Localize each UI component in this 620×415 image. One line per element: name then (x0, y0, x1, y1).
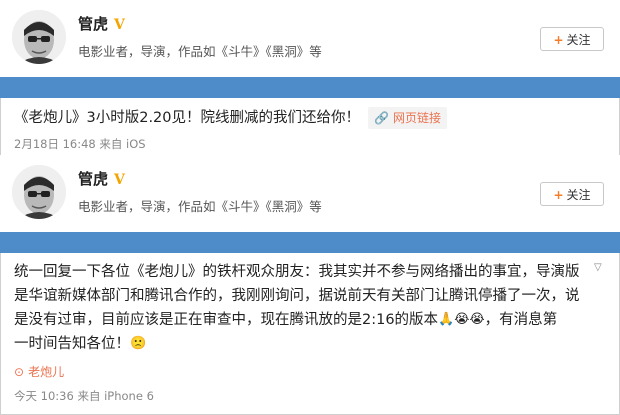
follow-button[interactable]: + 关注 (540, 182, 604, 206)
crying-emoji-icon: 😭 (469, 312, 485, 327)
pray-emoji-icon: 🙏 (438, 312, 455, 327)
follow-button[interactable]: + 关注 (540, 27, 604, 51)
user-bio: 电影业者，导演，作品如《斗牛》《黑洞》等 (78, 199, 322, 214)
plus-icon: + (553, 188, 564, 202)
user-name[interactable]: 管虎 V (78, 168, 125, 189)
verified-badge-icon: V (114, 17, 125, 33)
topic-icon: ⊙ (14, 365, 25, 379)
avatar[interactable] (12, 10, 66, 64)
divider-band (0, 77, 620, 98)
post-meta: 2月18日 16:48 来自 iOS (14, 137, 146, 151)
topic-tag[interactable]: ⊙ 老炮儿 (14, 363, 64, 380)
post-meta: 今天 10:36 来自 iPhone 6 (14, 389, 154, 403)
divider-band (0, 232, 620, 253)
crying-emoji-icon: 😭 (454, 312, 470, 327)
profile-card-1: 管虎 V 电影业者，导演，作品如《斗牛》《黑洞》等 + 关注 (0, 0, 620, 77)
profile-card-2: 管虎 V 电影业者，导演，作品如《斗牛》《黑洞》等 + 关注 (0, 155, 620, 232)
plus-icon: + (553, 33, 564, 47)
link-icon: 🔗 (374, 111, 389, 125)
user-name[interactable]: 管虎 V (78, 13, 125, 34)
user-bio: 电影业者，导演，作品如《斗牛》《黑洞》等 (78, 44, 322, 59)
sad-emoji-icon: 🙁 (130, 336, 147, 351)
chevron-down-icon[interactable]: ▽ (594, 262, 602, 273)
web-link-button[interactable]: 🔗 网页链接 (368, 107, 447, 129)
post-text: 《老炮儿》3小时版2.20见！院线删减的我们还给你！ 🔗 网页链接 (14, 106, 447, 130)
verified-badge-icon: V (114, 172, 125, 188)
post-text: 统一回复一下各位《老炮儿》的铁杆观众朋友：我其实并不参与网络播出的事宜，导演版 … (14, 260, 594, 356)
avatar[interactable] (12, 165, 66, 219)
